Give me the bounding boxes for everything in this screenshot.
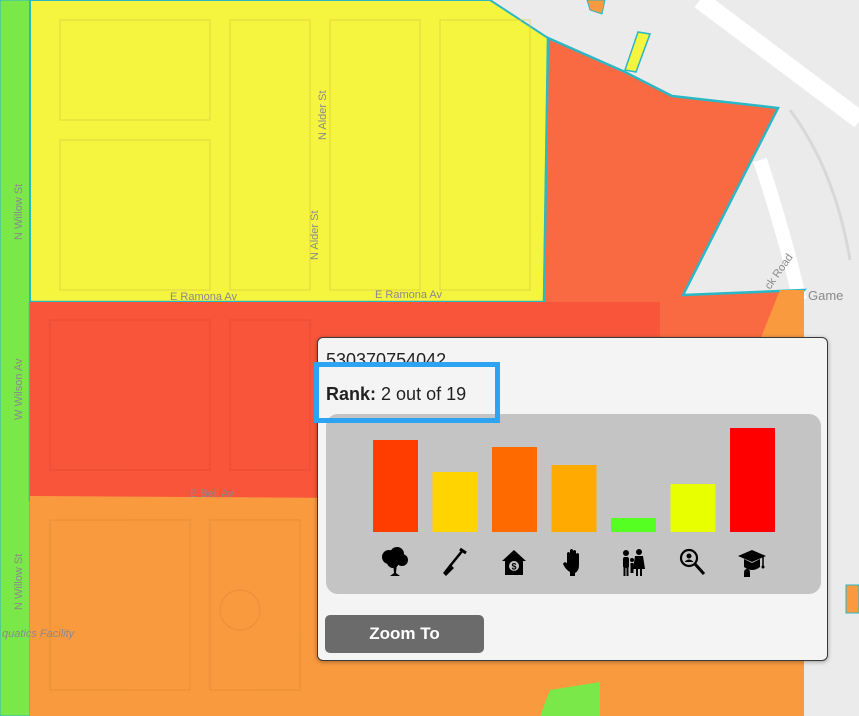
street-label-alder-1: N Alder St	[317, 90, 329, 140]
graduation-icon	[730, 544, 774, 580]
street-label-aquatics: quatics Facility	[2, 628, 76, 640]
street-label-west-3: N Willow St	[13, 554, 25, 610]
bar-house-dollar	[492, 447, 537, 532]
bar-shovel	[432, 472, 478, 532]
indicator-chart-panel: $	[326, 414, 821, 594]
bar-search-person	[670, 484, 716, 532]
bar-tree	[373, 440, 418, 532]
svg-text:$: $	[511, 562, 516, 572]
tract-yellow[interactable]	[29, 0, 550, 303]
rank-line: Rank: 2 out of 19	[326, 384, 466, 405]
zoom-to-button[interactable]: Zoom To	[325, 615, 484, 653]
tract-info-popup: 530370754042 Rank: 2 out of 19 $ Zoom To	[317, 337, 828, 661]
street-label-game: Game	[808, 288, 843, 303]
house-dollar-icon: $	[492, 544, 536, 580]
bar-family	[611, 518, 656, 532]
tree-icon	[373, 544, 417, 580]
tract-orange-small[interactable]	[845, 584, 859, 614]
street-label-west-1: N Willow St	[13, 184, 25, 240]
rank-value: 2 out of 19	[381, 384, 467, 404]
hand-icon	[551, 544, 595, 580]
street-label-mid-3: E Bell Av	[190, 488, 234, 500]
street-label-alder-2: N Alder St	[309, 210, 321, 260]
shovel-icon	[432, 544, 476, 580]
search-person-icon	[670, 544, 714, 580]
street-label-mid-1: E Ramona Av	[170, 291, 238, 303]
tract-id-text: 530370754042	[326, 350, 447, 370]
rank-label: Rank:	[326, 384, 377, 404]
bar-hand	[551, 465, 597, 532]
family-icon	[611, 544, 655, 580]
street-label-west-2: W Wilson Av	[13, 358, 25, 420]
bar-graduation	[730, 428, 775, 532]
indicator-icons-row: $	[326, 544, 821, 580]
street-label-mid-2: E Ramona Av	[375, 289, 443, 301]
